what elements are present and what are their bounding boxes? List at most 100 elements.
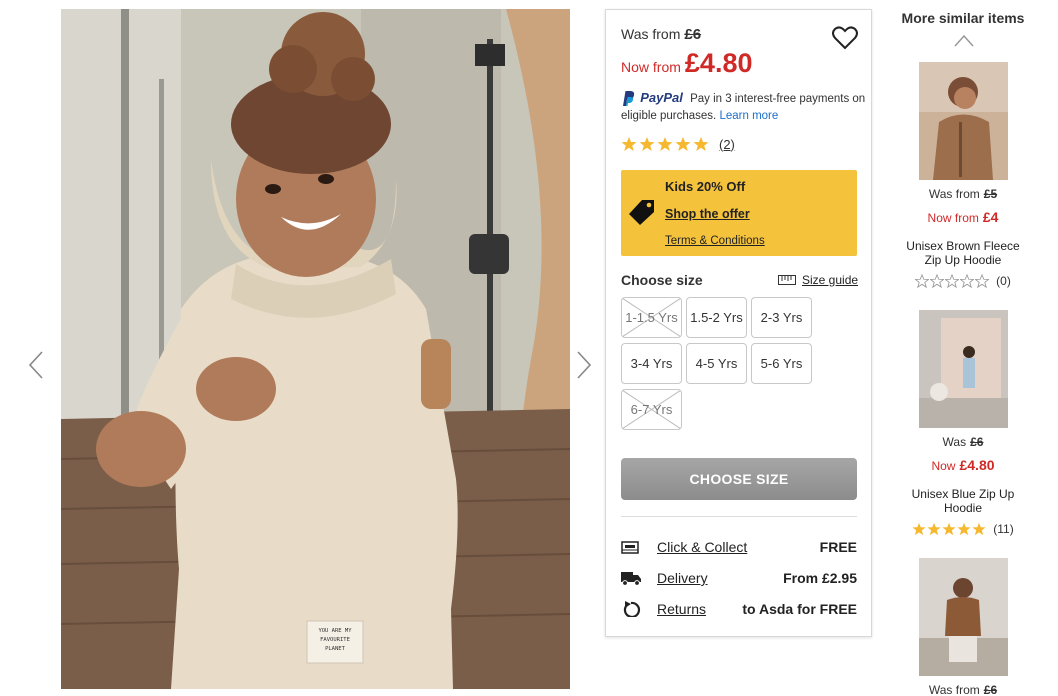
paypal-icon — [623, 91, 635, 107]
was-price-row: Was from £6 — [621, 26, 701, 43]
size-label: 3-4 Yrs — [630, 356, 673, 371]
similar-item-rating: (11) — [880, 522, 1046, 536]
product-photo-illustration — [61, 9, 570, 689]
hoodie-label: YOU ARE MY FAVOURITE PLANET — [309, 627, 361, 654]
was-label: Was from — [621, 26, 681, 42]
size-label: 6-7 Yrs — [630, 402, 673, 417]
price-tag-icon — [629, 200, 654, 225]
now-price-row: Now from £4.80 — [621, 48, 752, 79]
heart-icon[interactable] — [832, 26, 858, 50]
similar-item-image[interactable] — [919, 62, 1008, 180]
star-icon — [639, 137, 655, 151]
returns-value: to Asda for FREE — [742, 601, 857, 617]
product-image[interactable]: YOU ARE MY FAVOURITE PLANET — [61, 9, 570, 689]
truck-icon — [621, 572, 641, 586]
similar-was-label: Was — [942, 435, 967, 449]
similar-was-price: Was £6 — [880, 435, 1046, 449]
chevron-right-icon[interactable] — [576, 350, 592, 380]
now-label: Now from — [621, 59, 681, 75]
similar-review-count: (0) — [996, 274, 1011, 288]
star-outline-icon — [945, 274, 960, 288]
terms-link[interactable]: Terms & Conditions — [665, 235, 765, 247]
product-gallery: YOU ARE MY FAVOURITE PLANET — [0, 0, 600, 696]
click-collect-icon — [621, 541, 639, 554]
similar-item[interactable]: Was from £6 — [880, 558, 1046, 696]
similar-item-name[interactable]: Unisex Brown Fleece Zip Up Hoodie — [900, 239, 1026, 267]
size-option-1-1-5[interactable]: 1-1.5 Yrs — [621, 297, 682, 338]
paypal-brand: PayPal — [640, 90, 683, 105]
returns-icon — [623, 601, 640, 617]
star-icon — [693, 137, 709, 151]
click-collect-value: FREE — [819, 539, 857, 555]
similar-item-image[interactable] — [919, 558, 1008, 676]
star-outline-icon — [960, 274, 975, 288]
similar-heading: More similar items — [901, 10, 1025, 26]
ruler-icon — [778, 275, 796, 285]
similar-items-carousel: More similar items Was from £5 Now from £4… — [880, 0, 1046, 696]
star-icon — [942, 522, 956, 536]
size-option-5-6[interactable]: 5-6 Yrs — [751, 343, 812, 384]
shop-offer-link[interactable]: Shop the offer — [665, 207, 750, 221]
hoodie-label-line: PLANET — [325, 646, 345, 652]
similar-item-rating: (0) — [880, 274, 1046, 288]
returns-link[interactable]: Returns — [657, 601, 706, 617]
similar-was-value: £6 — [970, 435, 984, 449]
similar-now-price: Now £4.80 — [880, 457, 1046, 473]
similar-was-price: Was from £5 — [880, 187, 1046, 201]
divider — [621, 516, 857, 517]
star-outline-icon — [930, 274, 945, 288]
size-guide-label: Size guide — [802, 273, 859, 287]
similar-was-label: Was from — [928, 683, 980, 696]
similar-item[interactable]: Was from £5 Now from £4 Unisex Brown Fleec… — [880, 62, 1046, 302]
similar-was-label: Was from — [928, 187, 980, 201]
similar-item[interactable]: Was £6 Now £4.80 Unisex Blue Zip Up Hoodie… — [880, 310, 1046, 550]
similar-review-count: (11) — [993, 522, 1014, 536]
hoodie-label-line: FAVOURITE — [320, 637, 350, 643]
size-option-1-5-2[interactable]: 1.5-2 Yrs — [686, 297, 747, 338]
paypal-learn-more-link[interactable]: Learn more — [719, 110, 778, 122]
paypal-message: PayPal Pay in 3 interest-free payments o… — [621, 89, 866, 125]
similar-was-value: £6 — [983, 683, 998, 696]
star-icon — [927, 522, 941, 536]
star-icon — [675, 137, 691, 151]
product-buy-panel: Was from £6 Now from £4.80 PayPal Pay in 3… — [605, 9, 872, 637]
size-heading: Choose size — [621, 272, 703, 288]
similar-was-price: Was from £6 — [880, 683, 1046, 696]
review-count-link[interactable]: (2) — [719, 137, 735, 152]
similar-now-value: £4 — [982, 209, 999, 225]
star-icon — [621, 137, 637, 151]
similar-now-label: Now from — [927, 211, 979, 225]
click-collect-link[interactable]: Click & Collect — [657, 539, 747, 555]
delivery-value: From £2.95 — [783, 570, 857, 586]
star-outline-icon — [975, 274, 990, 288]
size-label: 2-3 Yrs — [760, 310, 803, 325]
size-option-6-7[interactable]: 6-7 Yrs — [621, 389, 682, 430]
offer-title: Kids 20% Off — [665, 179, 746, 194]
chevron-up-icon[interactable] — [954, 33, 974, 47]
star-icon — [657, 137, 673, 151]
star-outline-icon — [915, 274, 930, 288]
similar-item-image[interactable] — [919, 310, 1008, 428]
chevron-left-icon[interactable] — [28, 350, 44, 380]
size-option-4-5[interactable]: 4-5 Yrs — [686, 343, 747, 384]
size-option-2-3[interactable]: 2-3 Yrs — [751, 297, 812, 338]
star-icon — [972, 522, 986, 536]
size-label: 5-6 Yrs — [760, 356, 803, 371]
size-guide-link[interactable]: Size guide — [778, 273, 858, 287]
click-collect-row: Click & Collect FREE — [621, 537, 857, 557]
choose-size-button[interactable]: CHOOSE SIZE — [621, 458, 857, 500]
offer-banner: Kids 20% Off Shop the offer Terms & Cond… — [621, 170, 857, 256]
product-rating[interactable]: (2) — [621, 136, 735, 152]
star-icon — [912, 522, 926, 536]
star-icon — [957, 522, 971, 536]
similar-item-name[interactable]: Unisex Blue Zip Up Hoodie — [900, 487, 1026, 515]
size-option-3-4[interactable]: 3-4 Yrs — [621, 343, 682, 384]
now-price: £4.80 — [684, 48, 753, 78]
delivery-row: Delivery From £2.95 — [621, 568, 857, 588]
hoodie-label-line: YOU ARE MY — [318, 628, 352, 634]
similar-was-value: £5 — [983, 187, 998, 201]
size-label: 1.5-2 Yrs — [690, 310, 743, 325]
was-price: £6 — [684, 26, 702, 43]
returns-row: Returns to Asda for FREE — [621, 599, 857, 619]
delivery-link[interactable]: Delivery — [657, 570, 708, 586]
